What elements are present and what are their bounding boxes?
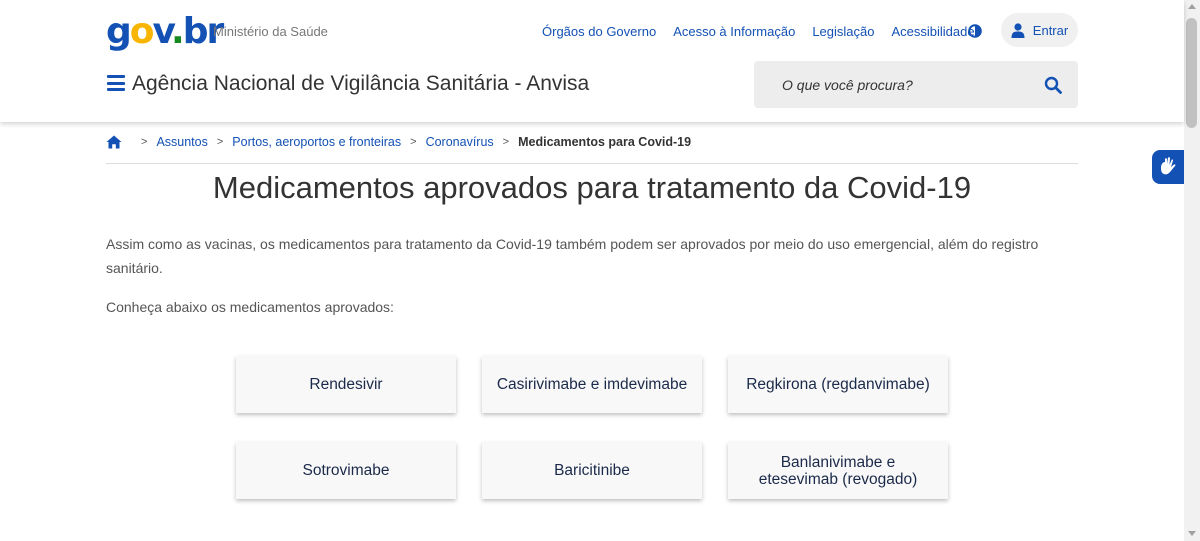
home-icon[interactable] [106,135,122,149]
medication-card-banlanivimabe[interactable]: Banlanivimabe e etesevimab (revogado) [728,442,948,499]
breadcrumb-separator: > [141,136,148,148]
breadcrumb-current: Medicamentos para Covid-19 [518,135,692,149]
vlibras-button[interactable] [1152,150,1184,184]
link-acesso-informacao[interactable]: Acesso à Informação [673,24,795,39]
breadcrumb-separator: > [410,136,417,148]
scroll-thumb[interactable] [1186,18,1197,128]
search-input[interactable] [754,61,1024,108]
medication-card-baricitinibe[interactable]: Baricitinibe [482,442,702,499]
scroll-down-arrow[interactable] [1188,531,1196,536]
scroll-up-arrow[interactable] [1188,4,1196,9]
link-legislacao[interactable]: Legislação [812,24,874,39]
ministry-name: Ministério da Saúde [213,24,328,39]
sign-language-icon [1161,157,1176,175]
medication-card-sotrovimabe[interactable]: Sotrovimabe [236,442,456,499]
breadcrumb-separator: > [216,136,224,148]
site-title[interactable]: Agência Nacional de Vigilância Sanitária… [132,72,589,96]
intro-paragraph: Assim como as vacinas, os medicamentos p… [106,236,1039,276]
link-orgaos-governo[interactable]: Órgãos do Governo [542,24,656,39]
medication-card-casirivimabe[interactable]: Casirivimabe e imdevimabe [482,356,702,413]
page-title: Medicamentos aprovados para tratamento d… [212,170,972,205]
breadcrumb-separator: > [502,136,510,148]
breadcrumb-portos[interactable]: Portos, aeroportos e fronteiras [232,135,401,149]
login-label: Entrar [1032,22,1069,38]
site-header: gov.br Ministério da Saúde Órgãos do Gov… [0,0,1184,122]
link-acessibilidade[interactable]: Acessibilidade [891,24,974,39]
user-icon [1011,22,1025,38]
intro-subparagraph: Conheça abaixo os medicamentos aprovados… [106,299,394,315]
hamburger-menu-icon[interactable] [107,75,125,91]
contrast-icon[interactable] [968,24,982,38]
top-nav-links: Órgãos do Governo Acesso à Informação Le… [542,24,992,39]
breadcrumb-divider [106,163,1078,164]
breadcrumb-coronavirus[interactable]: Coronavírus [426,135,494,149]
govbr-logo[interactable]: gov.br [106,12,224,52]
search-box [754,61,1078,108]
breadcrumb-assuntos[interactable]: Assuntos [156,135,207,149]
search-icon[interactable] [1044,76,1062,94]
medication-card-regkirona[interactable]: Regkirona (regdanvimabe) [728,356,948,413]
breadcrumb: > Assuntos > Portos, aeroportos e fronte… [106,135,691,149]
vertical-scrollbar[interactable] [1184,0,1200,541]
login-button[interactable]: Entrar [1001,13,1078,47]
medication-card-rendesivir[interactable]: Rendesivir [236,356,456,413]
